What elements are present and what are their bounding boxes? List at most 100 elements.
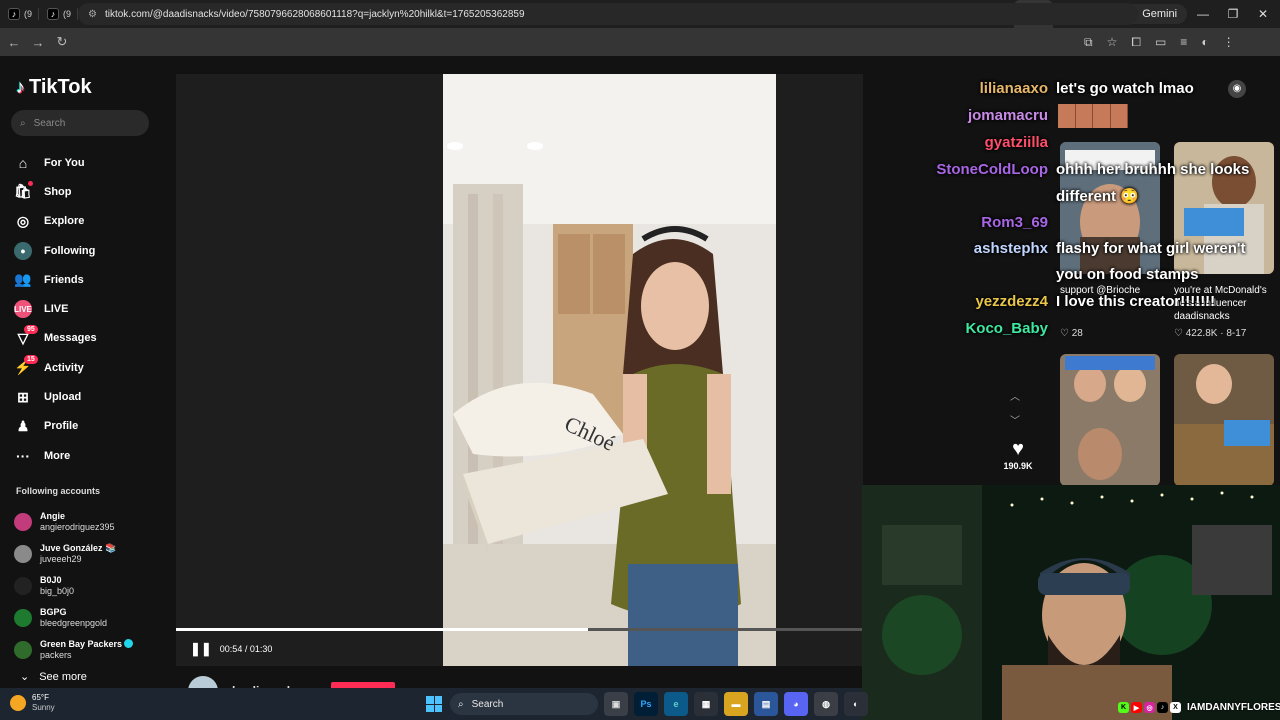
x-icon: X	[1170, 702, 1181, 713]
nav-item-activity[interactable]: ⚡ 15 Activity	[14, 353, 174, 382]
following-account[interactable]: Green Bay Packers packers	[14, 634, 174, 666]
chat-message: I love this creator!!!!!!!	[1056, 293, 1216, 310]
chrome-icon[interactable]: ◍	[814, 692, 838, 716]
browser-tab[interactable]: ♪ (9	[0, 0, 39, 28]
account-name: Juve González 📚	[40, 543, 116, 554]
chat-username: jomamacru	[967, 107, 1048, 124]
nav-item-explore[interactable]: ◎ Explore	[14, 207, 174, 236]
tiktok-note-icon: ♪	[16, 77, 25, 97]
previous-video-icon[interactable]: ︿	[1010, 388, 1020, 403]
media-icon[interactable]: ≡	[1180, 35, 1187, 49]
nav-item-friends[interactable]: 👥 Friends	[14, 265, 174, 294]
tiktok-sidebar: ♪ TikTok ⌕ Search ⌂ For You 🛍 Shop ◎ Explore ●…	[0, 56, 176, 688]
address-bar[interactable]: ⚙ tiktok.com/@daadisnacks/video/75807966…	[78, 3, 1138, 25]
chat-username: Rom3_69	[981, 214, 1048, 231]
chat-username: gyatziilla	[984, 134, 1048, 151]
nav-item-for-you[interactable]: ⌂ For You	[14, 148, 174, 177]
nav-label: For You	[44, 156, 85, 169]
store-icon[interactable]: ▦	[694, 692, 718, 716]
account-name: Angie	[40, 511, 115, 522]
menu-icon[interactable]: ⋮	[1223, 35, 1235, 49]
chat-message: you on food stamps	[1056, 266, 1199, 283]
search-input[interactable]: ⌕ Search	[11, 110, 149, 136]
sidepanel-icon[interactable]: ▭	[1155, 35, 1166, 49]
outlook-icon[interactable]: ▤	[754, 692, 778, 716]
compass-icon: ◎	[16, 212, 30, 229]
nav-item-following[interactable]: ● Following	[14, 236, 174, 265]
instagram-icon: ◎	[1144, 702, 1155, 713]
search-icon: ⌕	[458, 698, 464, 710]
bookmark-star-icon[interactable]: ☆	[1107, 35, 1118, 49]
suggested-author[interactable]: daadisnacks	[1174, 310, 1267, 323]
maximize-button[interactable]: ❐	[1218, 0, 1248, 28]
search-placeholder: Search	[33, 117, 66, 129]
verified-icon	[124, 639, 134, 648]
suggested-video-thumbnail[interactable]	[1174, 354, 1274, 486]
back-icon[interactable]: ←	[2, 35, 26, 50]
discord-icon[interactable]: ◕	[784, 692, 808, 716]
account-name: BGPG	[40, 607, 107, 618]
nav-item-live[interactable]: LIVE LIVE	[14, 294, 174, 323]
suggested-video-thumbnail[interactable]	[1060, 354, 1160, 486]
nav-item-profile[interactable]: ♟ Profile	[14, 412, 174, 441]
pause-icon[interactable]: ❚❚	[190, 641, 212, 657]
minimize-button[interactable]: —	[1188, 0, 1218, 28]
nav-item-more[interactable]: ··· More	[14, 441, 174, 470]
next-video-icon[interactable]: ﹀	[1010, 412, 1020, 427]
taskbar-search[interactable]: ⌕ Search	[450, 693, 598, 715]
account-handle: angierodriguez395	[40, 522, 115, 532]
nav-item-messages[interactable]: ▽ 95 Messages	[14, 324, 174, 353]
reload-icon[interactable]: ↻	[50, 34, 74, 50]
nav-label: Activity	[44, 361, 84, 374]
more-icon: ···	[16, 447, 30, 464]
chat-username: ashstephx	[973, 240, 1048, 257]
ellipsis-icon[interactable]: ⋯	[1158, 80, 1172, 97]
chat-username: Koco_Baby	[965, 320, 1048, 337]
close-window-button[interactable]: ✕	[1248, 0, 1278, 28]
chat-emote-strip	[1058, 104, 1128, 128]
gemini-label: Gemini	[1142, 8, 1178, 20]
following-account[interactable]: BGPG bleedgreenpgold	[14, 602, 174, 634]
account-name-text: BGPG	[40, 607, 67, 617]
avatar	[14, 609, 32, 627]
following-account[interactable]: Angie angierodriguez395	[14, 506, 174, 538]
kick-icon: K	[1118, 702, 1129, 713]
tiktok-icon: ♪	[1157, 702, 1168, 713]
heart-icon: ♥	[1012, 438, 1024, 460]
weather-widget[interactable]: 65°F Sunny	[10, 693, 55, 713]
site-info-icon[interactable]: ⚙	[88, 9, 97, 20]
nav-label: Upload	[44, 391, 82, 404]
see-more-button[interactable]: ⌄ See more	[20, 670, 87, 684]
file-explorer-icon[interactable]: ▬	[724, 692, 748, 716]
webcam-scene	[862, 485, 1280, 720]
tiktok-logo[interactable]: ♪ TikTok	[16, 76, 92, 99]
photoshop-icon[interactable]: Ps	[634, 692, 658, 716]
notification-badge: 95	[24, 325, 38, 335]
obs-icon[interactable]: ◐	[844, 692, 868, 716]
windows-start-icon[interactable]	[426, 696, 442, 712]
nav-item-upload[interactable]: ⊞ Upload	[14, 382, 174, 411]
following-account[interactable]: Juve González 📚 juveeeh29	[14, 538, 174, 570]
taskbar-search-placeholder: Search	[471, 698, 504, 710]
forward-icon[interactable]: →	[26, 35, 50, 50]
install-app-icon[interactable]: ⧉	[1084, 35, 1093, 50]
video-frame[interactable]: Chloé	[443, 74, 776, 666]
nav-item-shop[interactable]: 🛍 Shop	[14, 177, 174, 206]
nav-label: LIVE	[44, 303, 69, 316]
tab-title: (9	[63, 9, 72, 19]
friends-icon: 👥	[14, 271, 32, 288]
avatar[interactable]: ◉	[1228, 80, 1246, 98]
following-account[interactable]: B0J0 big_b0j0	[14, 570, 174, 602]
avatar	[14, 577, 32, 595]
nav-label: Messages	[44, 332, 97, 345]
task-view-icon[interactable]: ▣	[604, 692, 628, 716]
browser-tab[interactable]: ♪ (9	[39, 0, 78, 28]
upload-icon: ⊞	[17, 388, 29, 405]
video-progress-bar[interactable]	[176, 628, 863, 631]
thumbnail-image	[1174, 354, 1274, 485]
extensions-icon[interactable]: ⧠	[1131, 35, 1141, 50]
following-accounts-title: Following accounts	[16, 486, 101, 496]
edge-icon[interactable]: e	[664, 692, 688, 716]
like-button[interactable]: ♥ 190.9K	[1002, 438, 1034, 471]
profile-avatar-icon[interactable]: ◐	[1201, 35, 1208, 49]
